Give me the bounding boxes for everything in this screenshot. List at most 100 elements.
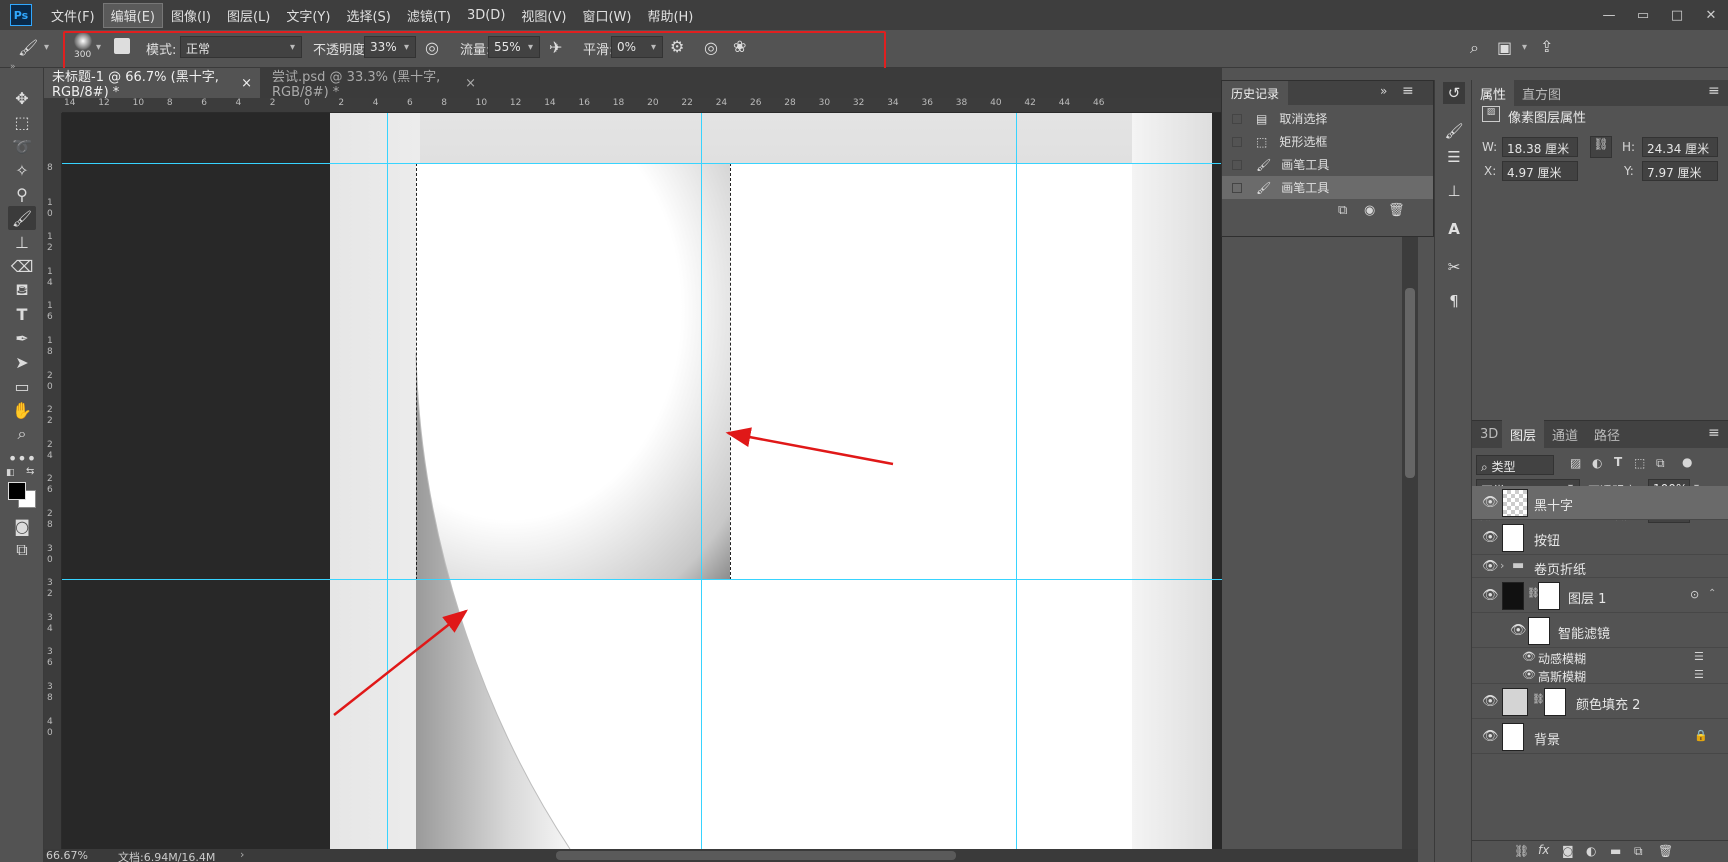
magic-wand-tool-icon[interactable]: ✧	[8, 158, 36, 182]
workspace-icon[interactable]: ▣	[1497, 38, 1512, 57]
quick-mask-icon[interactable]: ◙	[8, 514, 36, 538]
collapse-button[interactable]: —	[1592, 3, 1626, 27]
adjustment-layer-icon[interactable]: ◐	[1586, 844, 1596, 858]
layer-row-button[interactable]: 👁 按钮	[1472, 521, 1728, 555]
visibility-eye-icon[interactable]: 👁	[1482, 588, 1499, 603]
default-colors-icon[interactable]: ◧	[6, 468, 15, 478]
height-input[interactable]: 24.34 厘米	[1642, 137, 1718, 157]
tools-panel-icon[interactable]: ✂	[1443, 256, 1465, 278]
scrollbar-thumb[interactable]	[1405, 288, 1415, 478]
link-layers-icon[interactable]: ⛓	[1514, 844, 1529, 858]
screen-mode-icon[interactable]: ⧉	[8, 538, 36, 562]
visibility-eye-icon[interactable]: 👁	[1482, 495, 1499, 510]
tab-close-icon[interactable]: ×	[241, 76, 252, 91]
tab-histogram[interactable]: 直方图	[1514, 80, 1569, 106]
status-chevron-icon[interactable]: ›	[240, 848, 244, 861]
visibility-eye-icon[interactable]: 👁	[1482, 694, 1499, 709]
path-select-tool-icon[interactable]: ➤	[8, 350, 36, 374]
paragraph-panel-icon[interactable]: ¶	[1443, 290, 1465, 312]
layer-group-page-curl[interactable]: 👁 › ▬ 卷页折纸	[1472, 556, 1728, 578]
chain-link-icon[interactable]: ⛓	[1532, 694, 1545, 705]
toolbar-collapse-icon[interactable]: »	[10, 62, 16, 72]
layer-row-background[interactable]: 👁 背景 🔒	[1472, 720, 1728, 754]
rectangle-tool-icon[interactable]: ▭	[8, 374, 36, 398]
filter-row-gaussian-blur[interactable]: 👁 高斯模糊 ☰	[1472, 667, 1728, 684]
menu-file[interactable]: 文件(F)	[44, 4, 102, 27]
foreground-color-swatch[interactable]	[8, 482, 26, 500]
tab-untitled-1[interactable]: 未标题-1 @ 66.7% (黑十字, RGB/8#) * ×	[44, 68, 260, 100]
tab-trial-psd[interactable]: 尝试.psd @ 33.3% (黑十字, RGB/8#) * ×	[264, 68, 484, 100]
panel-menu-icon[interactable]: ≡	[1708, 425, 1720, 441]
type-tool-icon[interactable]: T	[8, 302, 36, 326]
history-panel-icon[interactable]: ↺	[1443, 82, 1465, 104]
smart-filters-row[interactable]: 👁 智能滤镜	[1472, 614, 1728, 648]
new-group-icon[interactable]: ▬	[1610, 844, 1621, 858]
brush-tool-button-icon[interactable]: 🖌	[8, 206, 36, 230]
zoom-level[interactable]: 66.67%	[46, 849, 88, 862]
menu-help[interactable]: 帮助(H)	[640, 4, 700, 27]
trash-icon[interactable]: 🗑	[1658, 844, 1673, 858]
y-input[interactable]: 7.97 厘米	[1642, 161, 1718, 181]
layer-row-color-fill-2[interactable]: 👁 ⛓ 颜色填充 2	[1472, 685, 1728, 719]
character-panel-icon[interactable]: A	[1443, 218, 1465, 240]
filter-adjustment-icon[interactable]: ◐	[1592, 456, 1602, 470]
filter-toggle-icon[interactable]: ●	[1682, 455, 1692, 469]
visibility-eye-icon[interactable]: 👁	[1510, 623, 1527, 638]
lasso-tool-icon[interactable]: ➰	[8, 134, 36, 158]
history-tab[interactable]: 历史记录	[1222, 81, 1289, 105]
brush-tool-icon[interactable]: 🖌	[18, 38, 38, 57]
visibility-eye-icon[interactable]: 👁	[1522, 650, 1536, 663]
width-input[interactable]: 18.38 厘米	[1502, 137, 1578, 157]
filter-shape-icon[interactable]: ⬚	[1634, 456, 1645, 470]
minimize-button[interactable]: ▭	[1626, 3, 1660, 27]
menu-image[interactable]: 图像(I)	[164, 4, 218, 27]
menu-layer[interactable]: 图层(L)	[220, 4, 277, 27]
close-button[interactable]: ✕	[1694, 3, 1728, 27]
fx-icon[interactable]: fx	[1538, 843, 1549, 857]
layer-row-black-cross[interactable]: 👁 黑十字	[1472, 486, 1728, 520]
stamp-tool-icon[interactable]: ⊥	[8, 230, 36, 254]
eyedropper-tool-icon[interactable]: ⚲	[8, 182, 36, 206]
marquee-tool-icon[interactable]: ⬚	[8, 110, 36, 134]
history-item[interactable]: 🖌 画笔工具	[1222, 153, 1433, 176]
menu-filter[interactable]: 滤镜(T)	[400, 4, 458, 27]
tab-close-icon[interactable]: ×	[465, 76, 476, 91]
tool-preset-chevron-icon[interactable]: ▾	[44, 42, 49, 53]
filter-options-icon[interactable]: ☰	[1694, 650, 1704, 663]
menu-type[interactable]: 文字(Y)	[279, 4, 337, 27]
brush-settings-panel-icon[interactable]: 🖌	[1443, 120, 1465, 142]
layer-filter-select[interactable]: ⌕ 类型	[1476, 455, 1554, 475]
search-icon[interactable]: ⌕	[1470, 38, 1479, 58]
add-mask-icon[interactable]: ◙	[1562, 844, 1574, 858]
workspace-chevron-icon[interactable]: ▾	[1522, 42, 1527, 53]
swap-colors-icon[interactable]: ⇆	[26, 466, 34, 477]
hand-tool-icon[interactable]: ✋	[8, 398, 36, 422]
menu-select[interactable]: 选择(S)	[339, 4, 397, 27]
expand-chevron-icon[interactable]: ›	[1500, 559, 1504, 572]
filter-type-icon[interactable]: T	[1614, 455, 1622, 469]
x-input[interactable]: 4.97 厘米	[1502, 161, 1578, 181]
tab-paths[interactable]: 路径	[1586, 420, 1628, 448]
visibility-eye-icon[interactable]: 👁	[1522, 668, 1536, 681]
collapse-chevron-icon[interactable]: ⌃	[1708, 588, 1716, 599]
pen-tool-icon[interactable]: ✒	[8, 326, 36, 350]
panel-menu-icon[interactable]: ≡	[1402, 83, 1414, 99]
menu-view[interactable]: 视图(V)	[514, 4, 573, 27]
horizontal-scrollbar-thumb[interactable]	[556, 851, 956, 860]
new-document-from-state-icon[interactable]: ⧉	[1338, 203, 1347, 218]
history-item-selected[interactable]: 🖌 画笔工具	[1222, 176, 1433, 199]
filter-options-icon[interactable]: ☰	[1694, 668, 1704, 681]
clone-source-panel-icon[interactable]: ⊥	[1443, 180, 1465, 202]
paint-bucket-tool-icon[interactable]: ⛾	[8, 278, 36, 302]
tab-layers[interactable]: 图层	[1502, 420, 1545, 448]
eraser-tool-icon[interactable]: ⌫	[8, 254, 36, 278]
tab-channels[interactable]: 通道	[1544, 420, 1586, 448]
new-layer-icon[interactable]: ⧉	[1634, 844, 1643, 859]
visibility-eye-icon[interactable]: 👁	[1482, 530, 1499, 545]
move-tool-icon[interactable]: ✥	[8, 86, 36, 110]
menu-3d[interactable]: 3D(D)	[460, 6, 512, 25]
menu-edit[interactable]: 编辑(E)	[102, 2, 163, 28]
camera-icon[interactable]: ◉	[1364, 203, 1375, 218]
trash-icon[interactable]: 🗑	[1388, 203, 1405, 218]
layer-row-layer-1[interactable]: 👁 ⛓ 图层 1 ⊙ ⌃	[1472, 579, 1728, 613]
